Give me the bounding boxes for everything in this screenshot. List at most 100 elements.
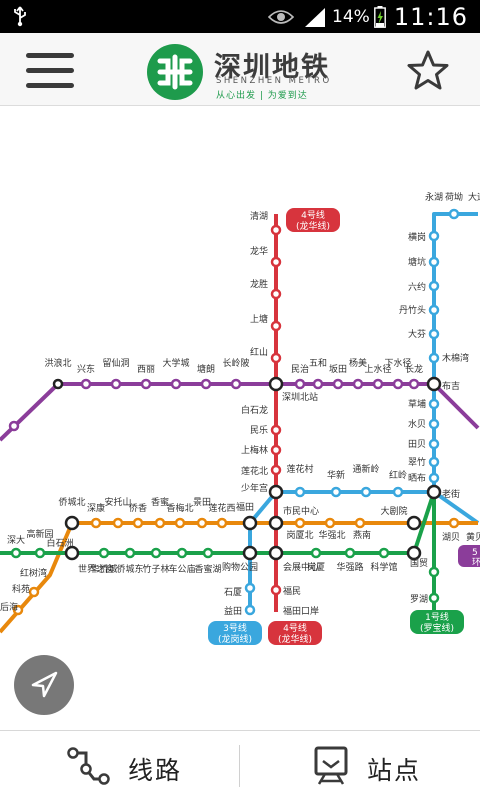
station-label[interactable]: 龙华 <box>250 245 268 257</box>
station-label[interactable]: 白石洲 <box>46 537 73 549</box>
badge-label: 1号线 <box>425 611 449 623</box>
station-label[interactable]: 草埔 <box>408 398 426 410</box>
station-label[interactable]: 大芬 <box>408 328 426 340</box>
station-label[interactable]: 莲花村 <box>286 463 313 475</box>
station-label[interactable]: 大剧院 <box>380 505 407 517</box>
menu-button[interactable] <box>26 51 76 91</box>
badge-label: 环 <box>472 557 480 568</box>
station-label[interactable]: 塘坑 <box>408 256 426 268</box>
station-label[interactable]: 购物公园 <box>222 561 258 573</box>
station-label[interactable]: 木棉湾 <box>442 352 469 364</box>
station-label[interactable]: 国贸 <box>410 557 428 569</box>
station-label[interactable]: 石厦 <box>224 587 242 598</box>
menu-icon-bar <box>26 68 74 73</box>
station-label[interactable]: 深大 <box>7 534 25 546</box>
station-label[interactable]: 水贝 <box>408 418 426 430</box>
tab-divider <box>239 745 240 787</box>
tab-stations[interactable]: 站点 <box>241 731 480 801</box>
station-label[interactable]: 深圳北站 <box>282 391 318 403</box>
station-label[interactable]: 红树湾 <box>20 567 47 579</box>
station-label[interactable]: 华强北 <box>318 529 345 541</box>
badge-label: (龙岗线) <box>218 633 252 645</box>
menu-icon <box>26 53 74 58</box>
station-label[interactable]: 华侨城 <box>90 563 117 575</box>
station-label[interactable]: 燕南 <box>353 529 371 541</box>
station-label[interactable]: 福田 <box>236 501 254 513</box>
station-label[interactable]: 翠竹 <box>408 456 426 468</box>
station-label[interactable]: 红山 <box>250 346 268 358</box>
station-label[interactable]: 福民 <box>283 585 301 597</box>
badge-label: 3号线 <box>223 622 247 634</box>
station-label[interactable]: 华强路 <box>336 561 363 573</box>
station-label[interactable]: 香梅北 <box>166 502 193 514</box>
station-icon <box>314 746 348 785</box>
station-label[interactable]: 六约 <box>408 281 426 293</box>
station-label[interactable]: 岗厦 <box>307 562 325 573</box>
station-label[interactable]: 清湖 <box>250 210 268 222</box>
station-label[interactable]: 横岗 <box>408 231 426 243</box>
station-label[interactable]: 上梅林 <box>241 444 268 456</box>
station-label[interactable]: 少年宫 <box>241 482 268 494</box>
station-label[interactable]: 长岭陂 <box>222 357 249 369</box>
metro-map[interactable]: 4号线 (龙华线) 3号线 (龙岗线) 4号线 (龙华线) 1号线 (罗宝线) … <box>0 106 480 730</box>
station-label[interactable]: 民乐 <box>250 424 268 436</box>
tab-stations-label: 站点 <box>367 756 422 785</box>
metro-logo-icon <box>147 44 203 100</box>
station-label[interactable]: 香蜜湖 <box>194 563 221 575</box>
station-label[interactable]: 福田口岸 <box>283 605 319 617</box>
station-label[interactable]: 车公庙 <box>168 563 195 575</box>
usb-icon <box>14 6 26 27</box>
station-label[interactable]: 莲花北 <box>241 465 268 477</box>
station-label[interactable]: 竹子林 <box>142 563 169 575</box>
station-label[interactable]: 益田 <box>224 605 242 617</box>
station-label[interactable]: 坂田 <box>329 364 347 375</box>
station-label[interactable]: 通新岭 <box>352 463 379 475</box>
station-label[interactable]: 塘朗 <box>197 363 215 375</box>
signal-icon <box>305 7 326 27</box>
station-label[interactable]: 大运 <box>468 191 480 203</box>
status-bar: 14% 11:16 <box>0 0 480 33</box>
logo-slogan: 从心出发 | 为爱到达 <box>216 91 308 101</box>
station-label[interactable]: 五和 <box>309 358 327 369</box>
station-label[interactable]: 上塘 <box>250 313 268 325</box>
station-label[interactable]: 留仙洞 <box>102 357 129 369</box>
station-label[interactable]: 布吉 <box>442 380 460 392</box>
station-label[interactable]: 丹竹头 <box>399 304 426 316</box>
station-label[interactable]: 罗湖 <box>410 594 428 605</box>
station-label[interactable]: 红岭 <box>389 469 407 481</box>
station-label[interactable]: 安托山 <box>104 496 131 508</box>
station-label[interactable]: 龙胜 <box>250 278 268 290</box>
favorite-star-icon[interactable] <box>406 49 450 93</box>
station-label[interactable]: 科学馆 <box>370 561 397 573</box>
station-label[interactable]: 西丽 <box>137 364 155 375</box>
station-label[interactable]: 大学城 <box>162 357 189 369</box>
station-label[interactable]: 晒布 <box>408 472 426 484</box>
station-label[interactable]: 长龙 <box>405 363 423 375</box>
station-label[interactable]: 侨城东 <box>116 563 143 575</box>
badge-label: (龙华线) <box>278 633 312 645</box>
station-label[interactable]: 白石龙 <box>241 404 268 416</box>
eye-icon <box>268 9 295 24</box>
station-label[interactable]: 老街 <box>442 488 460 500</box>
station-label[interactable]: 黄贝 <box>466 531 480 543</box>
station-label[interactable]: 湖贝 <box>442 532 460 543</box>
station-label[interactable]: 洪浪北 <box>44 357 71 369</box>
station-label[interactable]: 侨香 <box>129 502 147 514</box>
station-label[interactable]: 侨城北 <box>58 496 85 508</box>
menu-icon-bar <box>26 83 74 88</box>
station-label[interactable]: 科苑 <box>12 583 30 595</box>
line4-badge-top: 4号线 (龙华线) <box>286 208 340 232</box>
station-label[interactable]: 莲花西 <box>208 502 235 514</box>
station-label[interactable]: 深康 <box>87 502 105 514</box>
station-label[interactable]: 兴东 <box>77 363 95 375</box>
locate-button[interactable] <box>14 655 74 715</box>
station-label[interactable]: 华新 <box>327 469 345 481</box>
tab-routes[interactable]: 线路 <box>0 731 239 801</box>
station-label[interactable]: 民治 <box>291 363 309 375</box>
station-label[interactable]: 后海 <box>0 601 18 613</box>
station-label[interactable]: 永湖 <box>425 191 443 203</box>
station-label[interactable]: 荷坳 <box>445 191 463 203</box>
station-label[interactable]: 田贝 <box>408 439 426 450</box>
station-label[interactable]: 岗厦北 <box>286 530 313 541</box>
station-label[interactable]: 市民中心 <box>283 505 319 517</box>
